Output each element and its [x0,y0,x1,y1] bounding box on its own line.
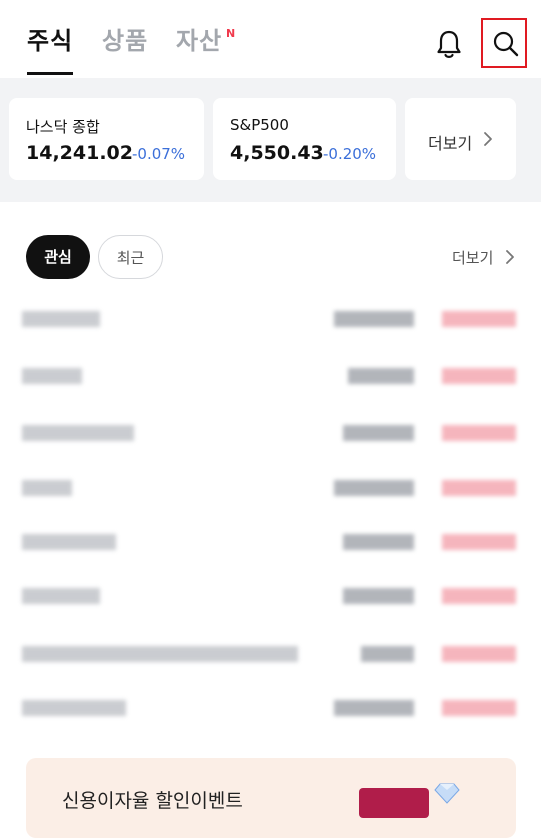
index-change: -0.20% [323,145,377,163]
active-tab-indicator [27,72,73,75]
blurred-stock-price [334,700,414,716]
chevron-right-icon [484,132,492,146]
tab-products[interactable]: 상품 [102,26,148,56]
index-more-label: 더보기 [428,134,473,153]
blurred-stock-price [343,534,414,550]
search-button[interactable] [481,18,527,68]
blurred-stock-change [442,646,516,662]
index-change: -0.07% [132,145,186,163]
banner-title: 신용이자율 할인이벤트 [62,790,243,812]
blurred-stock-change [442,588,516,604]
index-name: S&P500 [230,116,289,134]
index-value: 4,550.43 [230,142,324,164]
chip-watchlist[interactable]: 관심 [26,235,90,279]
blurred-stock-change [442,534,516,550]
blurred-stock-name [22,311,100,327]
search-icon [493,31,519,57]
new-badge: N [226,27,236,40]
blurred-stock-name [22,480,72,496]
index-card-nasdaq[interactable]: 나스닥 종합 14,241.02 -0.07% [9,98,204,180]
index-card-sp500[interactable]: S&P500 4,550.43 -0.20% [213,98,396,180]
watchlist-more-link[interactable]: 더보기 [452,247,493,268]
blurred-stock-price [334,311,414,327]
watchlist-row[interactable] [0,688,541,728]
tab-assets[interactable]: 자산 [176,26,222,56]
watchlist-row[interactable] [0,468,541,508]
watchlist-row[interactable] [0,299,541,339]
chevron-right-icon [506,250,514,264]
watchlist-row[interactable] [0,522,541,562]
market-index-strip: 나스닥 종합 14,241.02 -0.07% S&P500 4,550.43 … [0,78,541,202]
promo-banner[interactable]: 신용이자율 할인이벤트 [26,758,516,838]
blurred-stock-change [442,368,516,384]
blurred-stock-price [343,425,414,441]
blurred-stock-change [442,311,516,327]
blurred-stock-change [442,700,516,716]
blurred-stock-name [22,425,134,441]
index-more-button[interactable]: 더보기 [405,98,516,180]
chip-recent[interactable]: 최근 [98,235,163,279]
top-header: 주식 상품 자산 N [0,0,541,78]
blurred-stock-price [361,646,414,662]
blurred-stock-name [22,368,82,384]
bell-icon[interactable] [435,29,463,59]
blurred-stock-change [442,425,516,441]
index-value: 14,241.02 [26,142,133,164]
watchlist-row[interactable] [0,634,541,674]
tab-stock[interactable]: 주식 [27,26,73,56]
blurred-stock-price [343,588,414,604]
blurred-stock-name [22,646,298,662]
blurred-stock-price [334,480,414,496]
blurred-stock-name [22,700,126,716]
banner-tag [359,788,429,818]
watchlist-row[interactable] [0,576,541,616]
blurred-stock-name [22,588,100,604]
blurred-stock-price [348,368,414,384]
diamond-icon [434,783,460,804]
watchlist-row[interactable] [0,413,541,453]
blurred-stock-name [22,534,116,550]
watchlist-row[interactable] [0,356,541,396]
index-name: 나스닥 종합 [26,118,100,136]
blurred-stock-change [442,480,516,496]
